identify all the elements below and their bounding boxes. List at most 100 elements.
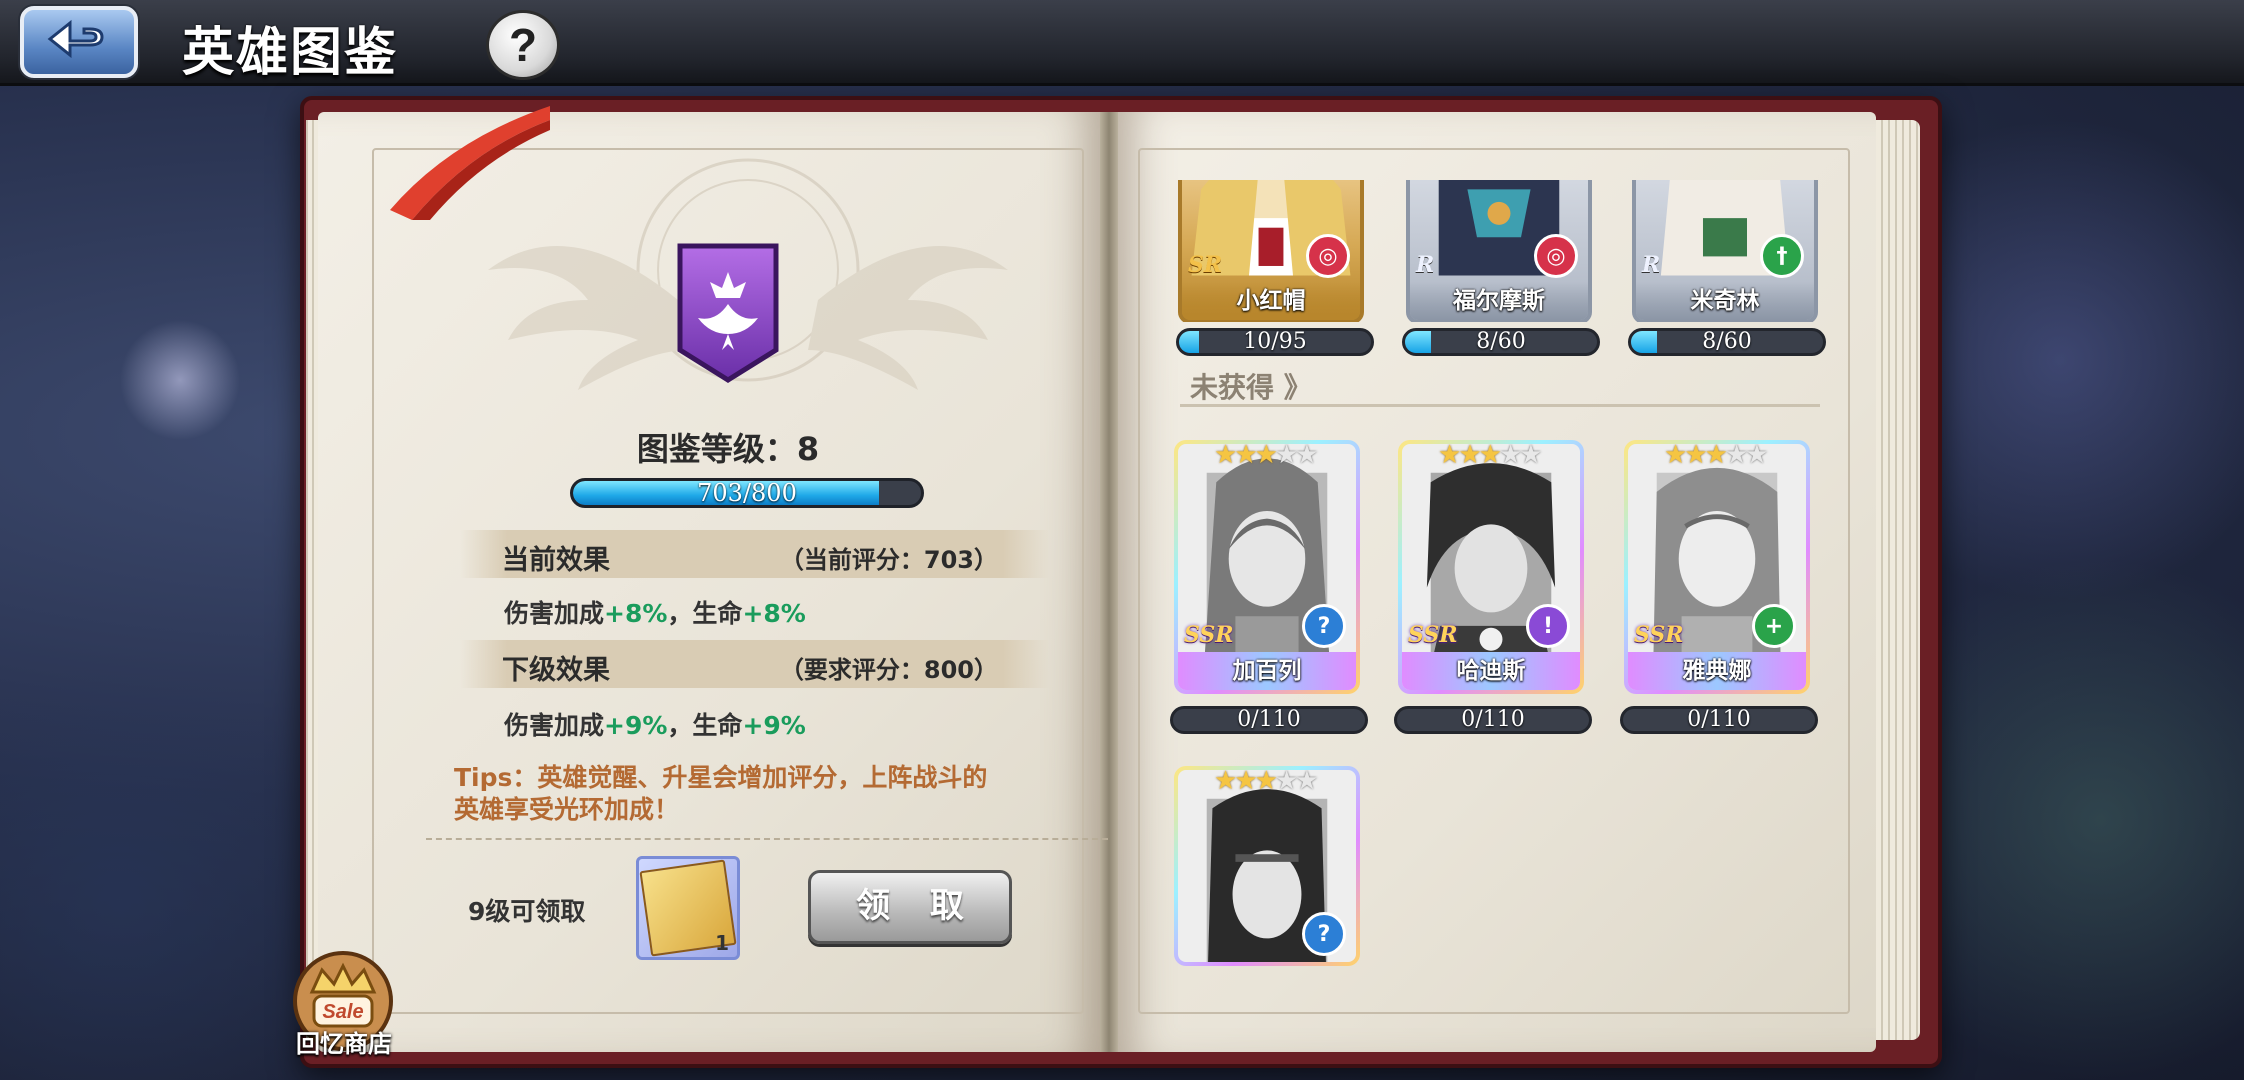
hero-portrait <box>1202 458 1332 684</box>
hero-fragment-bar: 8/60 <box>1402 328 1600 356</box>
next-effect-bar: 下级效果 （要求评分：800） <box>460 640 1050 688</box>
collection-level-label: 图鉴等级：8 <box>636 430 820 468</box>
hero-class-icon: + <box>1752 604 1796 648</box>
next-score: （要求评分：800） <box>779 656 998 684</box>
current-hp-value: +8% <box>742 599 806 628</box>
star-icon: ★ <box>1295 766 1318 796</box>
obtained-heroes-row: SR ◎ 小红帽 R ◎ 福尔摩斯 R † 米奇林 <box>1170 180 1830 322</box>
star-icon: ★ <box>1704 440 1728 470</box>
section-divider <box>1180 404 1820 407</box>
star-icon: ★ <box>1438 440 1461 470</box>
next-effect-title: 下级效果 <box>502 655 610 686</box>
sword-class-icon: † <box>1760 234 1804 278</box>
rarity-badge: SSR <box>1634 622 1684 648</box>
hero-card[interactable]: ★★★★★ SSR? 加百列 <box>1174 440 1360 694</box>
hero-class-icon: ! <box>1526 604 1570 648</box>
tips-text: Tips：英雄觉醒、升星会增加评分，上阵战斗的 英雄享受光环加成！ <box>454 762 1054 826</box>
star-icon: ★ <box>1274 766 1298 796</box>
hero-fragment-bar: 0/110 <box>1620 706 1818 734</box>
hero-name: 哈迪斯 <box>1402 652 1580 690</box>
back-button[interactable] <box>20 6 138 78</box>
rarity-badge: SSR <box>1408 622 1458 648</box>
hero-name: 加百列 <box>1178 652 1356 690</box>
hero-card[interactable]: R ◎ 福尔摩斯 <box>1406 180 1592 322</box>
help-button[interactable]: ? <box>486 10 560 80</box>
next-hp-value: +9% <box>742 711 806 740</box>
hero-name: 雅典娜 <box>1628 652 1806 690</box>
next-hp-label: ，生命 <box>667 711 743 740</box>
hero-fragment-count: 0/110 <box>1687 707 1751 732</box>
star-icon: ★ <box>1664 440 1687 470</box>
hero-fragment-count: 10/95 <box>1243 329 1307 354</box>
hero-card[interactable]: ★★★★★ SSR + 雅典娜 <box>1624 440 1810 694</box>
star-icon: ★ <box>1519 440 1542 470</box>
reward-item[interactable]: 1 <box>636 856 740 960</box>
rarity-badge: SR <box>1188 252 1223 278</box>
hero-name: 米奇林 <box>1636 282 1814 320</box>
hero-portrait <box>1426 463 1556 684</box>
page-title: 英雄图鉴 <box>182 22 399 83</box>
next-damage-label: 伤害加成 <box>504 711 605 740</box>
reward-count: 1 <box>715 931 729 955</box>
hero-fragment-count: 8/60 <box>1702 329 1752 354</box>
star-icon: ★ <box>1724 440 1748 470</box>
hero-fragment-count: 0/110 <box>1461 707 1525 732</box>
star-icon: ★ <box>1478 440 1502 470</box>
hero-fragment-bar: 10/95 <box>1176 328 1374 356</box>
hero-portrait <box>1652 467 1782 684</box>
current-damage-label: 伤害加成 <box>504 599 605 628</box>
unobtained-section-title[interactable]: 未获得 》 <box>1190 366 1312 406</box>
star-rating: ★★★★★ <box>1214 766 1319 796</box>
collection-progress-text: 703/800 <box>697 479 797 507</box>
claim-button[interactable]: 领 取 <box>808 870 1012 944</box>
collection-level-badge-icon <box>677 243 779 383</box>
hero-fragment-bar: 8/60 <box>1628 328 1826 356</box>
star-icon: ★ <box>1274 440 1298 470</box>
book-spine <box>1100 112 1118 1052</box>
hero-fragment-count: 8/60 <box>1476 329 1526 354</box>
collection-progress-bar: 703/800 <box>570 478 924 508</box>
divider <box>426 838 1108 840</box>
hero-card[interactable]: SR ◎ 小红帽 <box>1178 180 1364 322</box>
hero-card[interactable]: ★★★★★? <box>1174 766 1360 966</box>
rarity-badge: SSR <box>1184 622 1234 648</box>
star-icon: ★ <box>1214 440 1237 470</box>
rarity-badge: R <box>1416 252 1435 278</box>
tips-line-1: Tips：英雄觉醒、升星会增加评分，上阵战斗的 <box>454 763 988 792</box>
star-rating: ★★★★★ <box>1664 440 1769 470</box>
star-rating: ★★★★★ <box>1438 440 1543 470</box>
star-icon: ★ <box>1234 440 1257 470</box>
star-icon: ★ <box>1214 766 1237 796</box>
star-rating: ★★★★★ <box>1214 440 1319 470</box>
star-icon: ★ <box>1295 440 1318 470</box>
star-icon: ★ <box>1254 440 1278 470</box>
star-icon: ★ <box>1498 440 1522 470</box>
current-effect-bar: 当前效果 （当前评分：703） <box>460 530 1050 578</box>
hero-name: 福尔摩斯 <box>1410 282 1588 320</box>
top-bar: 英雄图鉴 ? <box>0 0 2244 86</box>
star-icon: ★ <box>1254 766 1278 796</box>
back-arrow-icon <box>47 19 104 59</box>
book-page-edge-right <box>1876 120 1920 1040</box>
archer-class-icon: ◎ <box>1306 234 1350 278</box>
star-icon: ★ <box>1745 440 1768 470</box>
hero-class-icon: ? <box>1302 912 1346 956</box>
memory-shop-label: 回忆商店 <box>296 1030 392 1058</box>
shop-sale-badge: Sale <box>322 1001 363 1023</box>
hero-name: 小红帽 <box>1182 282 1360 320</box>
next-effect-line: 伤害加成+9%，生命+9% <box>504 706 806 742</box>
hero-card[interactable]: R † 米奇林 <box>1632 180 1818 322</box>
hero-fragment-bar: 0/110 <box>1170 706 1368 734</box>
star-icon: ★ <box>1684 440 1707 470</box>
current-hp-label: ，生命 <box>667 599 743 628</box>
hero-fragment-bar: 0/110 <box>1394 706 1592 734</box>
star-icon: ★ <box>1234 766 1257 796</box>
next-damage-value: +9% <box>604 711 668 740</box>
current-damage-value: +8% <box>604 599 668 628</box>
current-score: （当前评分：703） <box>779 546 998 574</box>
current-effect-line: 伤害加成+8%，生命+8% <box>504 594 806 630</box>
tips-line-2: 英雄享受光环加成！ <box>454 795 680 824</box>
hero-card[interactable]: ★★★★★ SSR! 哈迪斯 <box>1398 440 1584 694</box>
rarity-badge: R <box>1642 252 1661 278</box>
current-effect-title: 当前效果 <box>502 545 610 576</box>
